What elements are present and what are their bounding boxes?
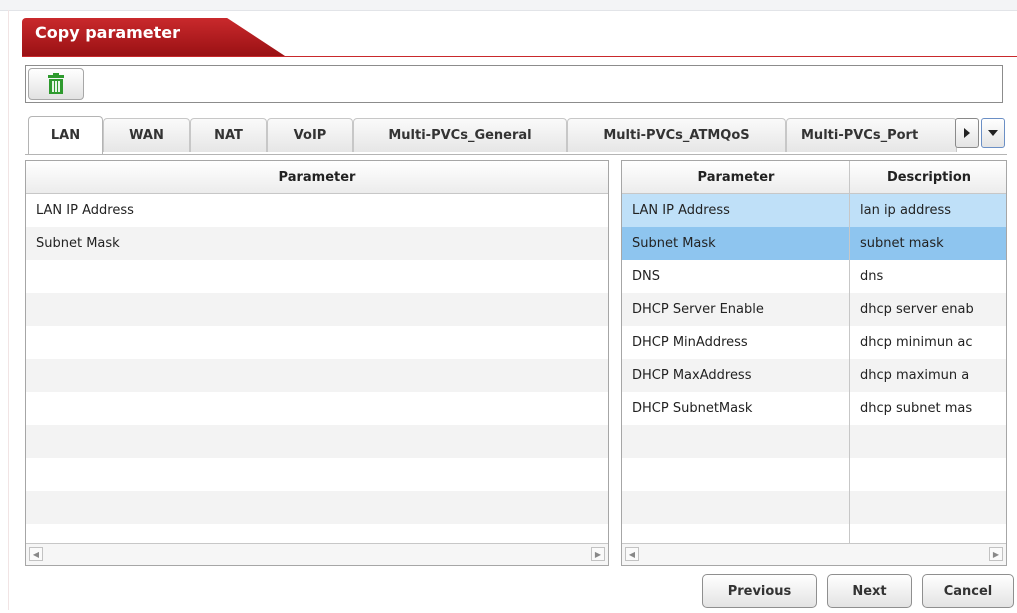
horizontal-scrollbar[interactable]: ◀ ▶ — [26, 543, 608, 565]
empty-row — [26, 392, 608, 425]
empty-row — [26, 326, 608, 359]
empty-row — [26, 293, 608, 326]
tab-wan[interactable]: WAN — [103, 118, 190, 152]
top-strip — [0, 0, 1017, 11]
description-cell: dhcp subnet mas — [860, 401, 973, 416]
table-row[interactable]: Subnet Mask subnet mask — [622, 227, 1006, 260]
empty-row — [622, 425, 1006, 458]
scroll-right-button[interactable]: ▶ — [591, 547, 605, 561]
table-row[interactable]: DHCP MinAddress dhcp minimun ac — [622, 326, 1006, 359]
selected-parameters-grid: Parameter LAN IP Address Subnet Mask ◀ ▶ — [25, 160, 609, 566]
description-cell: dhcp maximun a — [860, 368, 970, 383]
tab-lan[interactable]: LAN — [28, 116, 103, 154]
table-row[interactable]: DHCP MaxAddress dhcp maximun a — [622, 359, 1006, 392]
tab-label: Multi-PVCs_ATMQoS — [603, 128, 750, 143]
column-header-parameter[interactable]: Parameter — [26, 161, 608, 194]
tab-scroll-right-button[interactable] — [955, 118, 979, 148]
scroll-left-button[interactable]: ◀ — [29, 547, 43, 561]
column-header-label: Parameter — [697, 169, 775, 185]
scroll-right-button[interactable]: ▶ — [989, 547, 1003, 561]
triangle-right-icon — [964, 128, 970, 138]
parameter-cell: DHCP MinAddress — [632, 335, 748, 350]
tab-baseline — [25, 154, 1007, 155]
next-button[interactable]: Next — [827, 574, 912, 608]
tab-nat[interactable]: NAT — [190, 118, 267, 152]
horizontal-scrollbar[interactable]: ◀ ▶ — [622, 543, 1006, 565]
column-header-label: Parameter — [278, 169, 356, 185]
empty-row — [26, 491, 608, 524]
tab-label: Multi-PVCs_General — [388, 128, 532, 143]
chevron-down-icon — [988, 130, 998, 136]
table-row[interactable]: LAN IP Address — [26, 194, 608, 227]
left-border — [8, 10, 9, 610]
toolbar — [25, 65, 1003, 103]
tab-label: NAT — [214, 128, 243, 143]
triangle-right-icon: ▶ — [594, 549, 602, 559]
description-cell: dhcp server enab — [860, 302, 974, 317]
description-cell: dhcp minimun ac — [860, 335, 973, 350]
column-header-description[interactable]: Description — [850, 161, 1006, 194]
tab-multi-pvcs-port[interactable]: Multi-PVCs_Port — [786, 118, 957, 152]
button-label: Next — [852, 583, 887, 599]
previous-button[interactable]: Previous — [702, 574, 817, 608]
section-title-label: Copy parameter — [35, 23, 181, 42]
table-row[interactable]: DHCP Server Enable dhcp server enab — [622, 293, 1006, 326]
description-cell: dns — [860, 269, 884, 284]
description-cell: lan ip address — [860, 203, 952, 218]
description-cell: subnet mask — [860, 236, 944, 251]
available-parameters-grid: Parameter Description LAN IP Address lan… — [621, 160, 1007, 566]
empty-row — [26, 425, 608, 458]
empty-row — [622, 458, 1006, 491]
tab-multi-pvcs-atmqos[interactable]: Multi-PVCs_ATMQoS — [567, 118, 786, 152]
column-divider — [849, 161, 850, 545]
tab-label: LAN — [50, 128, 81, 143]
parameter-cell: LAN IP Address — [632, 203, 730, 218]
tab-voip[interactable]: VoIP — [267, 118, 353, 152]
title-underline — [22, 56, 1017, 57]
empty-row — [26, 359, 608, 392]
section-title: Copy parameter — [22, 18, 285, 56]
tab-label: Multi-PVCs_Port — [801, 128, 919, 143]
triangle-left-icon: ◀ — [628, 549, 636, 559]
empty-row — [26, 458, 608, 491]
table-row[interactable]: DNS dns — [622, 260, 1006, 293]
tab-label: VoIP — [293, 128, 327, 143]
tab-bar: LAN WAN NAT VoIP Multi-PVCs_General Mult… — [25, 115, 1007, 155]
parameter-cell: LAN IP Address — [36, 203, 134, 218]
empty-row — [622, 491, 1006, 524]
table-row[interactable]: Subnet Mask — [26, 227, 608, 260]
empty-row — [26, 260, 608, 293]
triangle-right-icon: ▶ — [992, 549, 1000, 559]
parameter-cell: DHCP Server Enable — [632, 302, 764, 317]
delete-button[interactable] — [28, 68, 84, 100]
column-header-parameter[interactable]: Parameter — [622, 161, 850, 194]
parameter-cell: DHCP SubnetMask — [632, 401, 753, 416]
column-header-label: Description — [886, 169, 972, 185]
cancel-button[interactable]: Cancel — [922, 574, 1014, 608]
tab-multi-pvcs-general[interactable]: Multi-PVCs_General — [353, 118, 567, 152]
scroll-left-button[interactable]: ◀ — [625, 547, 639, 561]
parameter-cell: DNS — [632, 269, 660, 284]
table-row[interactable]: LAN IP Address lan ip address — [622, 194, 1006, 227]
parameter-cell: Subnet Mask — [632, 236, 716, 251]
button-label: Previous — [727, 583, 792, 599]
tab-label: WAN — [129, 128, 164, 143]
tab-list-dropdown-button[interactable] — [981, 118, 1005, 148]
parameter-cell: Subnet Mask — [36, 236, 120, 251]
trash-icon — [48, 73, 64, 94]
parameter-cell: DHCP MaxAddress — [632, 368, 752, 383]
button-label: Cancel — [943, 583, 993, 599]
triangle-left-icon: ◀ — [32, 549, 40, 559]
table-row[interactable]: DHCP SubnetMask dhcp subnet mas — [622, 392, 1006, 425]
